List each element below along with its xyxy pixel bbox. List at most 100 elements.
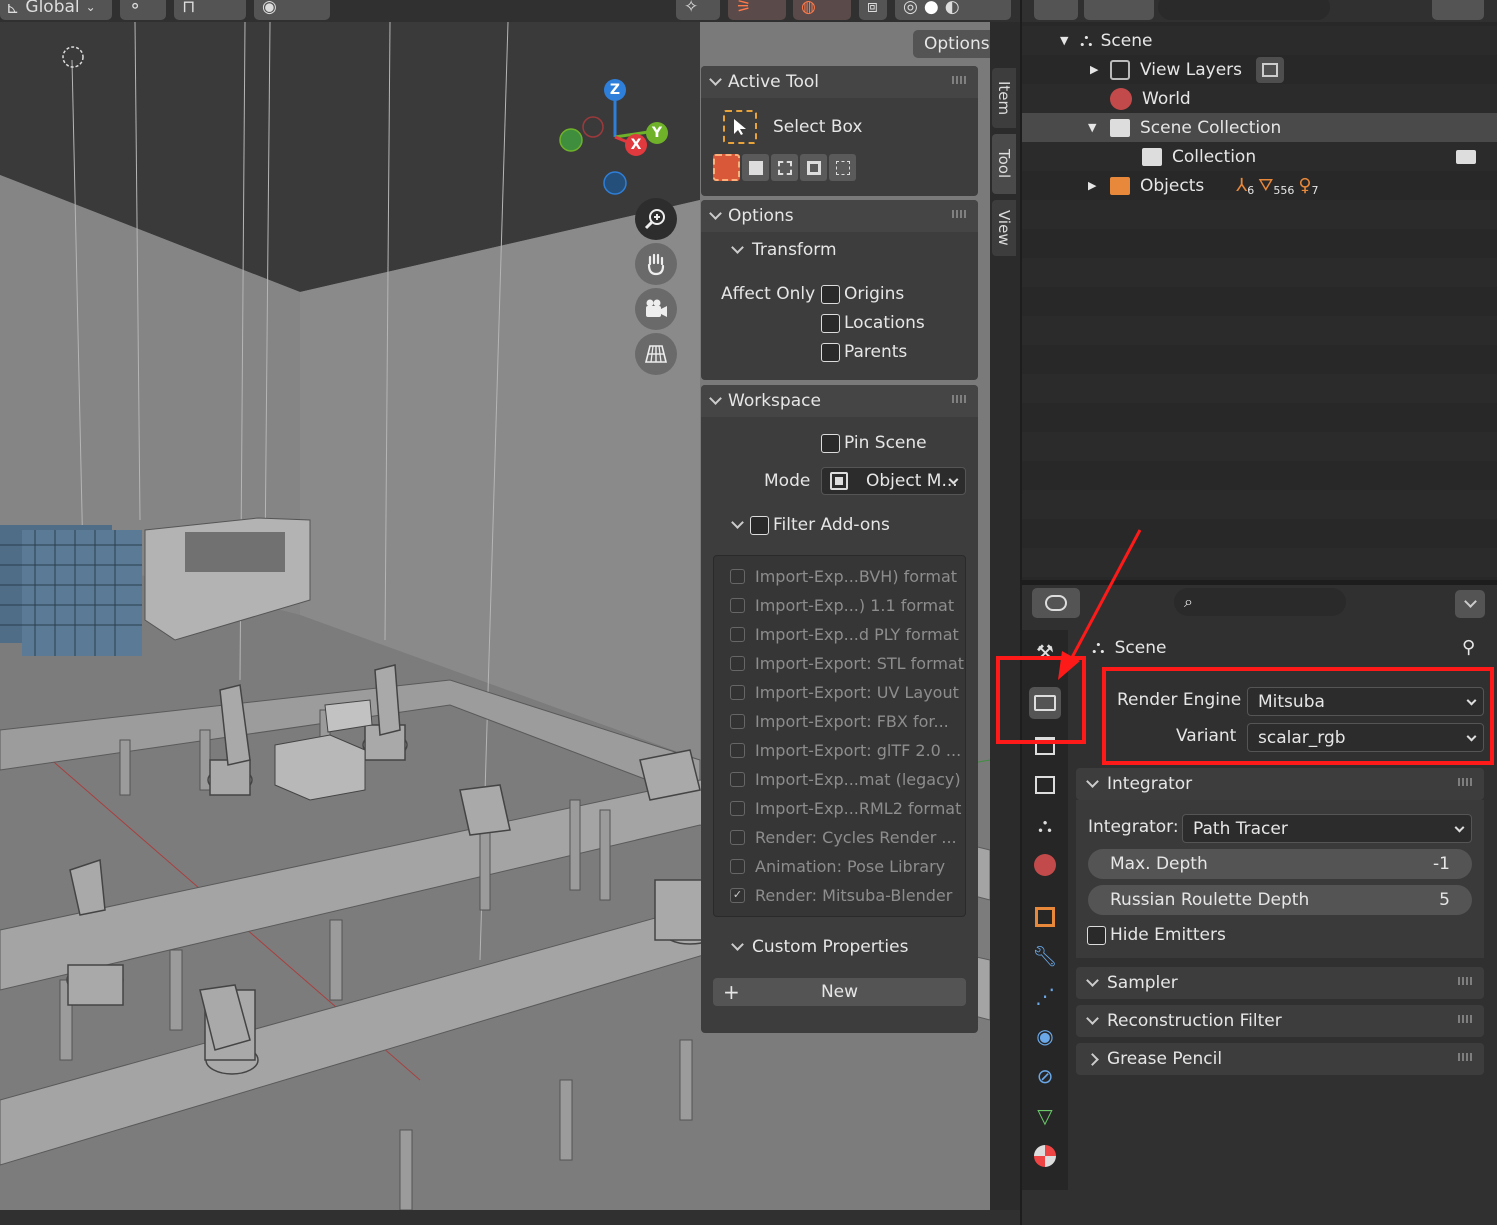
addon-row[interactable]: Import-Exp...) 1.1 format [730, 596, 954, 615]
addon-row[interactable]: Render: Cycles Render ... [730, 828, 957, 847]
filter-scene-dropdown[interactable] [1084, 0, 1154, 20]
checked-checkbox[interactable]: ✓ [730, 888, 745, 903]
outliner-row-scene-collection[interactable]: ▼ Scene Collection [1022, 113, 1497, 142]
active-tool-header[interactable]: Active Tool [701, 66, 978, 98]
drag-grip-icon[interactable] [952, 395, 968, 403]
pan-hand-icon[interactable] [635, 243, 677, 285]
checkbox[interactable] [730, 859, 745, 874]
checkbox[interactable] [821, 284, 840, 304]
tab-tool[interactable]: Tool [992, 134, 1016, 194]
tab-view[interactable]: View [992, 200, 1016, 256]
display-mode-dropdown[interactable] [1034, 0, 1078, 20]
grease-pencil-section-header[interactable]: Grease Pencil [1076, 1043, 1484, 1075]
locations-checkbox[interactable]: Locations [821, 313, 925, 333]
checkbox[interactable] [730, 830, 745, 845]
outliner-row-scene[interactable]: ▼ ⛬ Scene [1022, 26, 1497, 55]
xray-dropdown[interactable]: ◍ [793, 0, 851, 20]
addon-row[interactable]: Import-Export: FBX for... [730, 712, 949, 731]
expand-arrow-icon[interactable]: ▶ [1088, 179, 1110, 192]
pivot-dropdown[interactable]: ⚬ [120, 0, 166, 20]
sampler-section-header[interactable]: Sampler [1076, 967, 1484, 999]
outliner-search-input[interactable] [1158, 0, 1330, 20]
integrator-section-header[interactable]: Integrator [1076, 768, 1484, 800]
parents-checkbox[interactable]: Parents [821, 342, 907, 362]
addon-row[interactable]: Import-Exp...BVH) format [730, 567, 957, 586]
tab-modifiers[interactable]: 🔧︎ [1029, 940, 1061, 972]
hide-emitters-checkbox[interactable]: Hide Emitters [1087, 925, 1226, 945]
addon-row[interactable]: Import-Export: glTF 2.0 ... [730, 741, 961, 760]
options-header[interactable]: Options [701, 200, 978, 232]
collapse-arrow-icon[interactable]: ▼ [1060, 34, 1080, 47]
shading-mode-group[interactable]: ◎ ● ◐ [895, 0, 1011, 20]
pin-scene-checkbox[interactable]: Pin Scene [821, 433, 927, 453]
max-depth-slider[interactable]: Max. Depth -1 [1088, 849, 1472, 879]
transform-subheader[interactable]: Transform [731, 240, 837, 260]
pin-icon[interactable]: ⚲ [1462, 637, 1475, 658]
checkbox[interactable] [750, 515, 769, 535]
origins-checkbox[interactable]: Origins [821, 284, 904, 304]
tab-data[interactable]: ▽ [1029, 1100, 1061, 1132]
integrator-dropdown[interactable]: Path Tracer [1182, 814, 1472, 843]
tab-world[interactable] [1029, 849, 1061, 881]
outliner-row-collection[interactable]: Collection [1022, 142, 1497, 171]
overlays-dropdown[interactable]: ⚞ [728, 0, 786, 20]
addon-row[interactable]: Import-Exp...d PLY format [730, 625, 959, 644]
drag-grip-icon[interactable] [952, 76, 968, 84]
proportional-edit-toggle[interactable]: ◉ [254, 0, 330, 20]
checkbox[interactable] [730, 801, 745, 816]
checkbox[interactable] [730, 743, 745, 758]
tab-view-layer[interactable] [1029, 769, 1061, 801]
tab-constraints[interactable]: ⊘ [1029, 1060, 1061, 1092]
outliner-row-view-layers[interactable]: ▶ View Layers [1022, 55, 1497, 84]
outliner-filter-button[interactable] [1432, 0, 1484, 20]
reconstruction-filter-section-header[interactable]: Reconstruction Filter [1076, 1005, 1484, 1037]
mode-extend-icon[interactable] [742, 154, 769, 181]
gizmo-dropdown[interactable]: ✧ [676, 0, 720, 20]
transform-orientation-dropdown[interactable]: ⊾ Global ⌄ [0, 0, 112, 20]
zoom-icon[interactable] [635, 198, 677, 240]
tab-object[interactable] [1029, 901, 1061, 933]
gizmo-z[interactable]: Z [604, 79, 626, 101]
drag-grip-icon[interactable] [1458, 1053, 1474, 1061]
addon-row[interactable]: ✓ Render: Mitsuba-Blender [730, 886, 952, 905]
tab-material[interactable] [1029, 1140, 1061, 1172]
expand-arrow-icon[interactable]: ▶ [1090, 63, 1110, 76]
camera-view-icon[interactable] [635, 288, 677, 330]
active-tool-row[interactable]: Select Box [723, 110, 862, 144]
custom-properties-subheader[interactable]: Custom Properties [731, 937, 908, 957]
checkbox[interactable] [730, 627, 745, 642]
tab-scene[interactable]: ⛬ [1029, 809, 1061, 841]
drag-grip-icon[interactable] [1458, 778, 1474, 786]
checkbox[interactable] [730, 685, 745, 700]
toggle-xray-button[interactable]: ⧈ [859, 0, 887, 20]
checkbox[interactable] [730, 569, 745, 584]
mode-subtract-icon[interactable] [771, 154, 798, 181]
checkbox[interactable] [821, 342, 840, 362]
render-layer-icon[interactable] [1256, 56, 1284, 83]
navigation-gizmo[interactable]: Z Y X [555, 75, 675, 205]
properties-search-input[interactable]: ⌕ [1174, 588, 1346, 616]
checkbox[interactable] [730, 772, 745, 787]
mode-invert-icon[interactable] [800, 154, 827, 181]
snap-dropdown[interactable]: ⊓ [174, 0, 246, 20]
addon-row[interactable]: Import-Export: STL format [730, 654, 964, 673]
checkbox[interactable] [730, 656, 745, 671]
addon-row[interactable]: Import-Exp...RML2 format [730, 799, 961, 818]
rr-depth-slider[interactable]: Russian Roulette Depth 5 [1088, 885, 1472, 915]
addon-row[interactable]: Import-Exp...mat (legacy) [730, 770, 961, 789]
properties-options-button[interactable] [1455, 590, 1485, 618]
tab-physics[interactable]: ◉ [1029, 1020, 1061, 1052]
drag-grip-icon[interactable] [1458, 977, 1474, 985]
outliner-row-world[interactable]: World [1022, 84, 1497, 113]
checkbox[interactable] [821, 433, 840, 453]
mode-intersect-icon[interactable] [829, 154, 856, 181]
outliner-row-objects[interactable]: ▶ Objects ⅄ 6 ⛛ 556 ♀ 7 [1022, 171, 1497, 200]
camera-icon[interactable] [1456, 149, 1476, 164]
collapse-arrow-icon[interactable]: ▼ [1088, 121, 1110, 134]
gizmo-x[interactable]: X [625, 134, 647, 156]
addon-row[interactable]: Animation: Pose Library [730, 857, 945, 876]
tab-item[interactable]: Item [992, 68, 1016, 128]
checkbox[interactable] [730, 714, 745, 729]
checkbox[interactable] [730, 598, 745, 613]
checkbox[interactable] [1087, 925, 1106, 945]
